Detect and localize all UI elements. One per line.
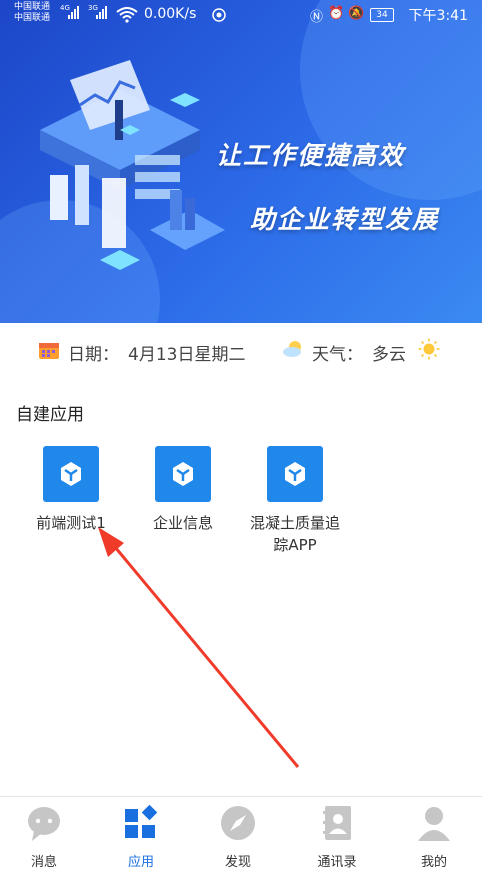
net-speed: 0.00K/s (144, 6, 197, 22)
date-value: 4月13日星期二 (128, 345, 246, 365)
app-status-icon (212, 8, 226, 22)
app-frontend-test[interactable]: 前端测试1 (15, 446, 127, 534)
date-label: 日期： (68, 345, 119, 365)
weather-value: 多云 (372, 345, 406, 365)
app-cube-icon (61, 462, 81, 486)
tab-label: 我的 (420, 855, 447, 870)
tab-label: 消息 (30, 855, 57, 870)
person-icon (418, 807, 450, 841)
bottom-tab-bar: 消息 应用 发现 通讯录 我的 (0, 796, 482, 870)
app-tile[interactable] (267, 446, 323, 502)
cloudy-icon (283, 341, 301, 357)
signal-icon-2 (96, 6, 107, 19)
carrier-info: 中国联通 中国联通 (14, 2, 50, 24)
weather-label: 天气： (312, 345, 363, 365)
tab-apps[interactable]: 应用 (93, 797, 189, 870)
status-time: 下午3:41 (408, 8, 468, 24)
battery-icon: 34 (370, 8, 394, 22)
tab-label: 通讯录 (317, 855, 357, 870)
tab-label: 应用 (127, 855, 154, 870)
annotation-arrow (98, 527, 300, 768)
wifi-icon (116, 7, 138, 23)
section-title: 自建应用 (16, 405, 84, 425)
banner-slogan-1: 让工作便捷高效 (216, 141, 406, 170)
carrier-1: 中国联通 (14, 2, 51, 12)
banner-slogan-2: 助企业转型发展 (250, 205, 440, 234)
tab-messages[interactable]: 消息 (0, 797, 92, 870)
app-company-info[interactable]: 企业信息 (127, 446, 239, 534)
app-cube-icon (173, 462, 193, 486)
signal-icon-1 (68, 6, 79, 19)
app-tile[interactable] (43, 446, 99, 502)
tab-me[interactable]: 我的 (386, 797, 482, 870)
apps-grid-icon (125, 804, 158, 838)
banner-illustration (40, 60, 225, 270)
app-cube-icon (285, 462, 305, 486)
info-row: 日期： 4月13日星期二 天气： 多云 (0, 336, 482, 366)
carrier-2: 中国联通 (14, 13, 51, 23)
app-tile[interactable] (155, 446, 211, 502)
alarm-icon: ⏰ (328, 6, 345, 21)
address-book-icon (323, 806, 351, 840)
banner[interactable]: 让工作便捷高效 助企业转型发展 (0, 0, 482, 323)
chat-bubble-icon (28, 807, 60, 841)
status-bar: 中国联通 中国联通 4G 3G 0.00K/s Ⓝ ⏰ 🔕 34 下午3:41 (0, 0, 482, 30)
tab-contacts[interactable]: 通讯录 (289, 797, 385, 870)
compass-icon (221, 806, 255, 840)
tab-discover[interactable]: 发现 (190, 797, 286, 870)
nfc-icon: Ⓝ (310, 10, 324, 25)
sun-icon (418, 338, 440, 360)
tab-label: 发现 (224, 855, 251, 870)
mute-icon: 🔕 (348, 6, 365, 21)
